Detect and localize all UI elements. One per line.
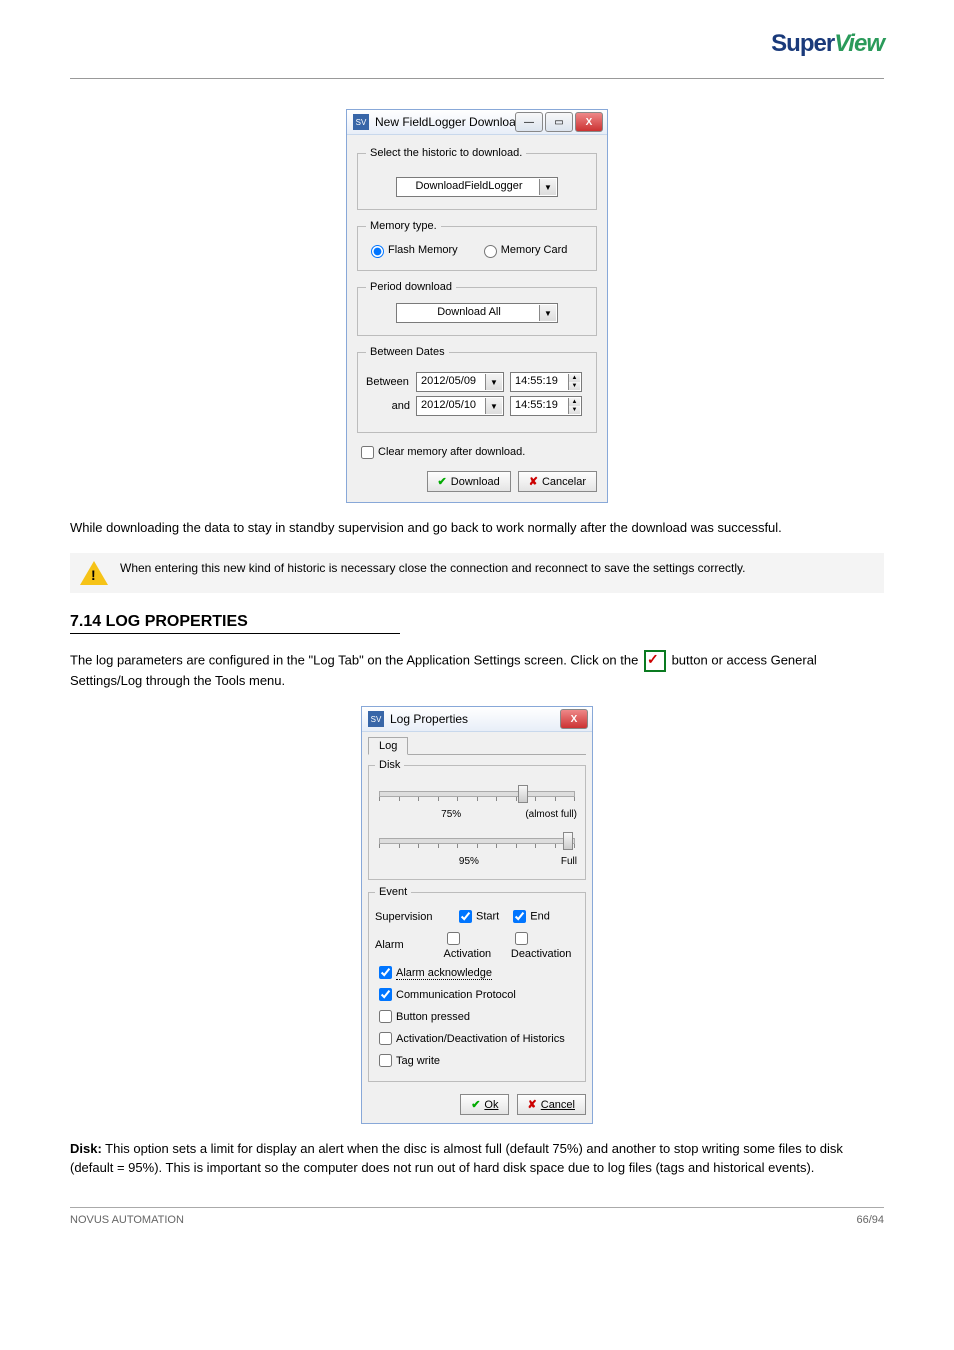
warning-note: When entering this new kind of historic … bbox=[70, 553, 884, 593]
log-settings-icon bbox=[644, 650, 666, 672]
date-to-combo[interactable]: 2012/05/10 bbox=[416, 396, 504, 416]
slider-almost-full[interactable] bbox=[375, 781, 579, 807]
time-to-text: 14:55:19 bbox=[511, 397, 572, 413]
logo-text-1: Super bbox=[771, 30, 834, 57]
radio-card[interactable]: Memory Card bbox=[479, 244, 568, 256]
cancel-button[interactable]: ✘Cancel bbox=[517, 1094, 586, 1115]
disk-legend: Disk bbox=[375, 759, 404, 771]
chevron-down-icon[interactable] bbox=[539, 179, 556, 195]
check-icon: ✔ bbox=[438, 475, 447, 488]
header-divider bbox=[70, 78, 884, 79]
slider-full[interactable] bbox=[375, 828, 579, 854]
deactivation-checkbox[interactable]: Deactivation bbox=[511, 929, 579, 960]
comm-proto-checkbox[interactable]: Communication Protocol bbox=[375, 989, 516, 1001]
time-to-spinner[interactable]: 14:55:19 ▲▼ bbox=[510, 396, 582, 416]
between-dates-legend: Between Dates bbox=[366, 346, 449, 358]
app-icon: SV bbox=[368, 711, 384, 727]
between-label: Between bbox=[366, 376, 410, 388]
historic-legend: Select the historic to download. bbox=[366, 147, 526, 159]
warning-icon bbox=[80, 561, 108, 585]
period-combo-text: Download All bbox=[433, 304, 521, 320]
end-checkbox[interactable]: End bbox=[509, 907, 550, 926]
alarm-ack-checkbox[interactable]: Alarm acknowledge bbox=[375, 967, 492, 979]
time-from-text: 14:55:19 bbox=[511, 373, 572, 389]
spin-up-icon[interactable]: ▲ bbox=[568, 398, 580, 406]
radio-flash[interactable]: Flash Memory bbox=[366, 244, 458, 256]
dialog2-titlebar: SV Log Properties bbox=[362, 707, 592, 732]
x-icon: ✘ bbox=[528, 1098, 537, 1111]
dialog-titlebar: SV New FieldLogger Download bbox=[347, 110, 607, 135]
clear-memory-input[interactable] bbox=[361, 446, 374, 459]
logo-text-2: View bbox=[834, 30, 884, 57]
new-download-dialog: SV New FieldLogger Download Select the h… bbox=[346, 109, 608, 503]
clear-memory-checkbox[interactable]: Clear memory after download. bbox=[357, 446, 525, 458]
slider1-left-label: 75% bbox=[377, 809, 525, 820]
and-label: and bbox=[366, 400, 410, 412]
cancel-button[interactable]: ✘Cancelar bbox=[518, 471, 597, 492]
event-fieldset: Event Supervision Start End Alarm Activa… bbox=[368, 886, 586, 1082]
body-paragraph-1: While downloading the data to stay in st… bbox=[70, 519, 884, 537]
activation-checkbox[interactable]: Activation bbox=[443, 929, 500, 960]
tab-log[interactable]: Log bbox=[368, 737, 408, 755]
alarm-label: Alarm bbox=[375, 939, 433, 951]
disk-bold: Disk: bbox=[70, 1141, 102, 1156]
body-paragraph-3: Disk: This option sets a limit for displ… bbox=[70, 1140, 884, 1176]
slider2-right-label: Full bbox=[561, 856, 577, 867]
date-from-combo[interactable]: 2012/05/09 bbox=[416, 372, 504, 392]
section-underline bbox=[70, 633, 400, 634]
memory-type-legend: Memory type. bbox=[366, 220, 441, 232]
historic-combo[interactable]: DownloadFieldLogger bbox=[396, 177, 558, 197]
chevron-down-icon[interactable] bbox=[485, 398, 502, 414]
tag-write-checkbox[interactable]: Tag write bbox=[375, 1055, 440, 1067]
memory-type-fieldset: Memory type. Flash Memory Memory Card bbox=[357, 220, 597, 271]
close-button[interactable] bbox=[575, 112, 603, 132]
spin-down-icon[interactable]: ▼ bbox=[568, 406, 580, 414]
slider2-left-label: 95% bbox=[377, 856, 561, 867]
footer-left: NOVUS AUTOMATION bbox=[70, 1214, 184, 1226]
period-combo[interactable]: Download All bbox=[396, 303, 558, 323]
historic-fieldset: Select the historic to download. Downloa… bbox=[357, 147, 597, 210]
download-button[interactable]: ✔Download bbox=[427, 471, 511, 492]
start-checkbox[interactable]: Start bbox=[455, 907, 499, 926]
spin-up-icon[interactable]: ▲ bbox=[568, 374, 580, 382]
button-pressed-checkbox[interactable]: Button pressed bbox=[375, 1011, 470, 1023]
dialog-title: New FieldLogger Download bbox=[375, 115, 522, 129]
period-fieldset: Period download Download All bbox=[357, 281, 597, 336]
slider-thumb[interactable] bbox=[518, 785, 528, 803]
body-paragraph-2: The log parameters are configured in the… bbox=[70, 650, 884, 690]
page-footer: NOVUS AUTOMATION 66/94 bbox=[70, 1207, 884, 1226]
disk-fieldset: Disk 75%(almost full) bbox=[368, 759, 586, 880]
brand-logo: SuperView bbox=[70, 30, 884, 58]
x-icon: ✘ bbox=[529, 475, 538, 488]
chevron-down-icon[interactable] bbox=[539, 305, 556, 321]
historic-combo-text: DownloadFieldLogger bbox=[411, 178, 542, 194]
app-icon: SV bbox=[353, 114, 369, 130]
between-dates-fieldset: Between Dates Between 2012/05/09 14:55:1… bbox=[357, 346, 597, 433]
act-deact-hist-checkbox[interactable]: Activation/Deactivation of Historics bbox=[375, 1033, 565, 1045]
supervision-label: Supervision bbox=[375, 911, 445, 923]
dialog2-title: Log Properties bbox=[390, 712, 468, 726]
chevron-down-icon[interactable] bbox=[485, 374, 502, 390]
slider1-right-label: (almost full) bbox=[525, 809, 577, 820]
spin-down-icon[interactable]: ▼ bbox=[568, 382, 580, 390]
warning-text: When entering this new kind of historic … bbox=[120, 561, 745, 575]
check-icon: ✔ bbox=[471, 1098, 480, 1111]
period-legend: Period download bbox=[366, 281, 456, 293]
ok-button[interactable]: ✔Ok bbox=[460, 1094, 509, 1115]
radio-flash-input[interactable] bbox=[371, 245, 384, 258]
time-from-spinner[interactable]: 14:55:19 ▲▼ bbox=[510, 372, 582, 392]
tab-strip: Log bbox=[368, 736, 586, 755]
maximize-button[interactable] bbox=[545, 112, 573, 132]
log-properties-dialog: SV Log Properties Log Disk bbox=[361, 706, 593, 1124]
slider-thumb[interactable] bbox=[563, 832, 573, 850]
event-legend: Event bbox=[375, 886, 411, 898]
footer-right: 66/94 bbox=[856, 1214, 884, 1226]
section-heading: 7.14 LOG PROPERTIES bbox=[70, 613, 884, 631]
radio-card-input[interactable] bbox=[484, 245, 497, 258]
minimize-button[interactable] bbox=[515, 112, 543, 132]
close-button[interactable] bbox=[560, 709, 588, 729]
